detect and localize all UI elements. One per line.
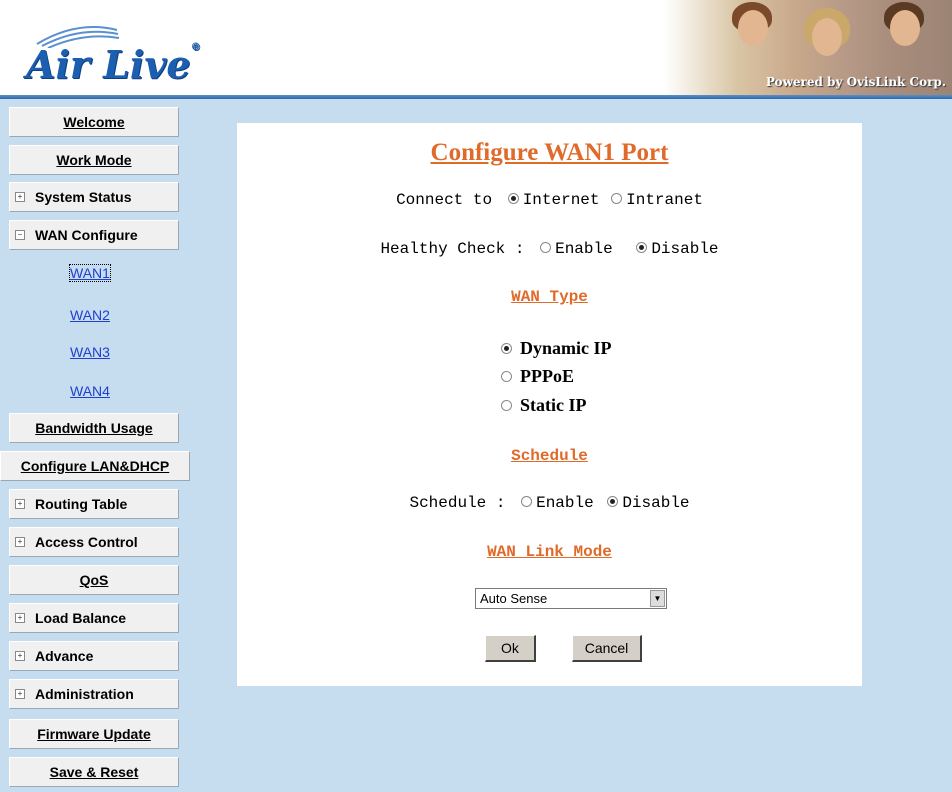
ok-button[interactable]: Ok bbox=[485, 635, 536, 662]
wan-type-heading-row: WAN Type bbox=[237, 288, 862, 306]
wan-type-dynamic-ip-option[interactable]: Dynamic IP bbox=[501, 338, 612, 359]
sidebar-item-label: Welcome bbox=[63, 114, 125, 130]
expand-icon[interactable]: + bbox=[15, 537, 25, 547]
schedule-heading-row: Schedule bbox=[237, 447, 862, 465]
sidebar-item-label: Routing Table bbox=[35, 496, 128, 512]
expand-icon[interactable]: + bbox=[15, 651, 25, 661]
healthy-check-disable-radio[interactable] bbox=[636, 242, 648, 253]
schedule-label: Schedule : bbox=[409, 494, 506, 512]
sidebar-item-configure-lan-dhcp[interactable]: Configure LAN&DHCP bbox=[0, 451, 190, 481]
schedule-row: Schedule : Enable Disable bbox=[237, 494, 862, 512]
healthy-check-enable-label: Enable bbox=[555, 240, 613, 258]
main-panel: Configure WAN1 Port Connect to Internet … bbox=[237, 123, 862, 686]
wan-link-mode-heading: WAN Link Mode bbox=[487, 543, 612, 561]
sidebar-item-label: Access Control bbox=[35, 534, 138, 550]
sidebar-link-wan1[interactable]: WAN1 bbox=[69, 264, 111, 282]
sidebar-item-administration[interactable]: + Administration bbox=[9, 679, 179, 709]
sidebar-item-label: QoS bbox=[79, 572, 109, 588]
sidebar-link-wan3[interactable]: WAN3 bbox=[70, 344, 110, 360]
sidebar-item-label: Administration bbox=[35, 686, 134, 702]
expand-icon[interactable]: + bbox=[15, 613, 25, 623]
connect-internet-radio[interactable] bbox=[507, 193, 519, 204]
sidebar-item-system-status[interactable]: + System Status bbox=[9, 182, 179, 212]
sidebar-item-bandwidth-usage[interactable]: Bandwidth Usage bbox=[9, 413, 179, 443]
healthy-check-row: Healthy Check : Enable Disable bbox=[237, 240, 862, 258]
healthy-check-enable-radio[interactable] bbox=[540, 242, 552, 253]
sidebar-link-wan2[interactable]: WAN2 bbox=[70, 307, 110, 323]
sidebar-item-firmware-update[interactable]: Firmware Update bbox=[9, 719, 179, 749]
banner-photo: Powered by OvisLink Corp. bbox=[664, 0, 952, 95]
static-ip-label: Static IP bbox=[520, 395, 587, 415]
sidebar-item-load-balance[interactable]: + Load Balance bbox=[9, 603, 179, 633]
dynamic-ip-radio[interactable] bbox=[501, 343, 512, 354]
sidebar-item-label: Advance bbox=[35, 648, 94, 664]
expand-icon[interactable]: + bbox=[15, 689, 25, 699]
sidebar-item-label: Firmware Update bbox=[37, 726, 151, 742]
sidebar-item-advance[interactable]: + Advance bbox=[9, 641, 179, 671]
wan-link-mode-value: Auto Sense bbox=[480, 591, 548, 606]
logo-text: Air Live® bbox=[26, 42, 201, 87]
cancel-button[interactable]: Cancel bbox=[572, 635, 642, 662]
collapse-icon[interactable]: − bbox=[15, 230, 25, 240]
sidebar-item-qos[interactable]: QoS bbox=[9, 565, 179, 595]
schedule-disable-radio[interactable] bbox=[607, 496, 619, 507]
wan-type-heading: WAN Type bbox=[511, 288, 588, 306]
schedule-enable-label: Enable bbox=[536, 494, 594, 512]
connect-intranet-radio[interactable] bbox=[611, 193, 623, 204]
sidebar-item-label: Bandwidth Usage bbox=[35, 420, 153, 436]
powered-by-text: Powered by OvisLink Corp. bbox=[765, 75, 946, 89]
dynamic-ip-label: Dynamic IP bbox=[520, 338, 612, 358]
connect-internet-label: Internet bbox=[522, 191, 600, 209]
sidebar-item-routing-table[interactable]: + Routing Table bbox=[9, 489, 179, 519]
airlive-logo: Air Live® bbox=[22, 22, 272, 92]
sidebar-item-label: Work Mode bbox=[56, 152, 132, 168]
wan-link-mode-heading-row: WAN Link Mode bbox=[237, 543, 862, 561]
sidebar-item-label: Configure LAN&DHCP bbox=[20, 458, 170, 474]
header: Air Live® Powered by OvisLink Corp. bbox=[0, 0, 952, 98]
connect-to-label: Connect to bbox=[396, 191, 493, 209]
sidebar-item-label: System Status bbox=[35, 189, 132, 205]
page-title-row: Configure WAN1 Port bbox=[237, 139, 862, 167]
expand-icon[interactable]: + bbox=[15, 192, 25, 202]
sidebar-link-wan4[interactable]: WAN4 bbox=[70, 383, 110, 399]
connect-to-row: Connect to Internet Intranet bbox=[237, 191, 862, 209]
connect-intranet-label: Intranet bbox=[626, 191, 703, 209]
expand-icon[interactable]: + bbox=[15, 499, 25, 509]
page-title: Configure WAN1 Port bbox=[430, 139, 669, 166]
sidebar-item-welcome[interactable]: Welcome bbox=[9, 107, 179, 137]
wan-type-pppoe-option[interactable]: PPPoE bbox=[501, 366, 574, 387]
pppoe-radio[interactable] bbox=[501, 371, 512, 382]
sidebar-item-label: WAN Configure bbox=[35, 227, 138, 243]
sidebar-item-wan-configure[interactable]: − WAN Configure bbox=[9, 220, 179, 250]
sidebar-nav: Welcome Work Mode + System Status − WAN Co… bbox=[0, 99, 190, 792]
sidebar-item-label: Save & Reset bbox=[49, 764, 139, 780]
static-ip-radio[interactable] bbox=[501, 400, 512, 411]
wan-link-mode-select[interactable]: Auto Sense ▼ bbox=[475, 588, 667, 609]
dropdown-arrow-icon[interactable]: ▼ bbox=[650, 590, 665, 607]
healthy-check-disable-label: Disable bbox=[651, 240, 719, 258]
wan-type-static-ip-option[interactable]: Static IP bbox=[501, 395, 587, 416]
schedule-heading: Schedule bbox=[511, 447, 588, 465]
sidebar-item-access-control[interactable]: + Access Control bbox=[9, 527, 179, 557]
schedule-disable-label: Disable bbox=[622, 494, 690, 512]
sidebar-item-save-reset[interactable]: Save & Reset bbox=[9, 757, 179, 787]
pppoe-label: PPPoE bbox=[520, 366, 574, 386]
schedule-enable-radio[interactable] bbox=[521, 496, 533, 507]
healthy-check-label: Healthy Check : bbox=[380, 240, 525, 258]
sidebar-item-work-mode[interactable]: Work Mode bbox=[9, 145, 179, 175]
sidebar-item-label: Load Balance bbox=[35, 610, 127, 626]
